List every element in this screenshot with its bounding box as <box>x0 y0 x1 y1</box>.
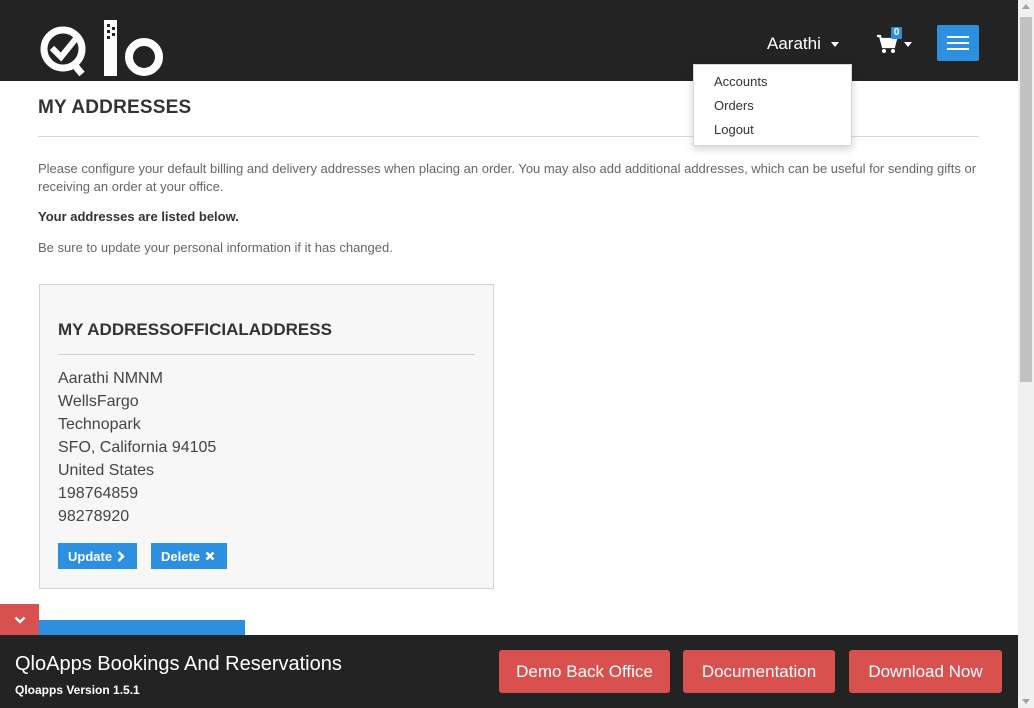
add-address-button[interactable] <box>38 620 245 636</box>
collapse-toggle-button[interactable] <box>0 604 39 635</box>
user-name: Aarathi <box>767 34 821 53</box>
address-lines: Aarathi NMNM WellsFargo Technopark SFO, … <box>58 367 216 528</box>
update-note-text: Be sure to update your personal informat… <box>38 240 393 255</box>
hamburger-line <box>947 36 969 38</box>
address-company: WellsFargo <box>58 393 139 410</box>
address-name: Aarathi NMNM <box>58 370 163 387</box>
user-dropdown-menu: Accounts Orders Logout <box>693 64 852 146</box>
menu-item-orders[interactable]: Orders <box>694 97 851 121</box>
address-card: MY ADDRESSOFFICIALADDRESS Aarathi NMNM W… <box>39 284 494 589</box>
scroll-up-arrow-icon[interactable] <box>1022 4 1030 9</box>
divider <box>58 354 475 355</box>
demo-back-office-button[interactable]: Demo Back Office <box>499 650 670 693</box>
address-title: MY ADDRESSOFFICIALADDRESS <box>58 320 332 339</box>
address-phone: 198764859 <box>58 485 139 502</box>
download-now-button[interactable]: Download Now <box>849 650 1002 693</box>
intro-text: Please configure your default billing an… <box>38 161 977 194</box>
cart-button[interactable]: 0 <box>876 27 912 54</box>
address-country: United States <box>58 462 155 479</box>
hamburger-line <box>947 48 969 50</box>
user-menu-toggle[interactable]: Aarathi <box>767 34 839 54</box>
menu-item-logout[interactable]: Logout <box>694 121 851 145</box>
update-button[interactable]: Update <box>58 543 137 569</box>
hamburger-menu-button[interactable] <box>937 25 979 61</box>
cart-count-badge: 0 <box>891 27 902 39</box>
footer-title: QloApps Bookings And Reservations <box>15 653 342 675</box>
scrollbar-thumb[interactable] <box>1020 17 1032 382</box>
delete-button-label: Delete <box>161 548 201 564</box>
footer-version: Qloapps Version 1.5.1 <box>15 683 140 697</box>
vertical-scrollbar[interactable] <box>1018 0 1034 708</box>
documentation-button[interactable]: Documentation <box>683 650 835 693</box>
address-street: Technopark <box>58 416 141 433</box>
page-title: MY ADDRESSES <box>38 97 192 118</box>
update-button-label: Update <box>68 548 113 564</box>
address-mobile: 98278920 <box>58 508 130 525</box>
chevron-right-icon <box>117 550 125 562</box>
scroll-down-arrow-icon[interactable] <box>1022 699 1030 704</box>
qlo-logo[interactable] <box>38 18 168 80</box>
demo-footer-bar: QloApps Bookings And Reservations Qloapp… <box>0 635 1018 708</box>
caret-down-icon <box>830 41 839 47</box>
addresses-listed-text: Your addresses are listed below. <box>38 209 239 224</box>
hamburger-line <box>947 42 969 44</box>
delete-button[interactable]: Delete <box>151 543 227 569</box>
chevron-down-icon <box>14 616 25 624</box>
caret-down-icon <box>904 41 912 47</box>
address-city: SFO, California 94105 <box>58 439 217 456</box>
site-header: Aarathi 0 <box>0 0 1018 81</box>
menu-item-accounts[interactable]: Accounts <box>694 73 851 97</box>
close-icon <box>205 551 215 561</box>
